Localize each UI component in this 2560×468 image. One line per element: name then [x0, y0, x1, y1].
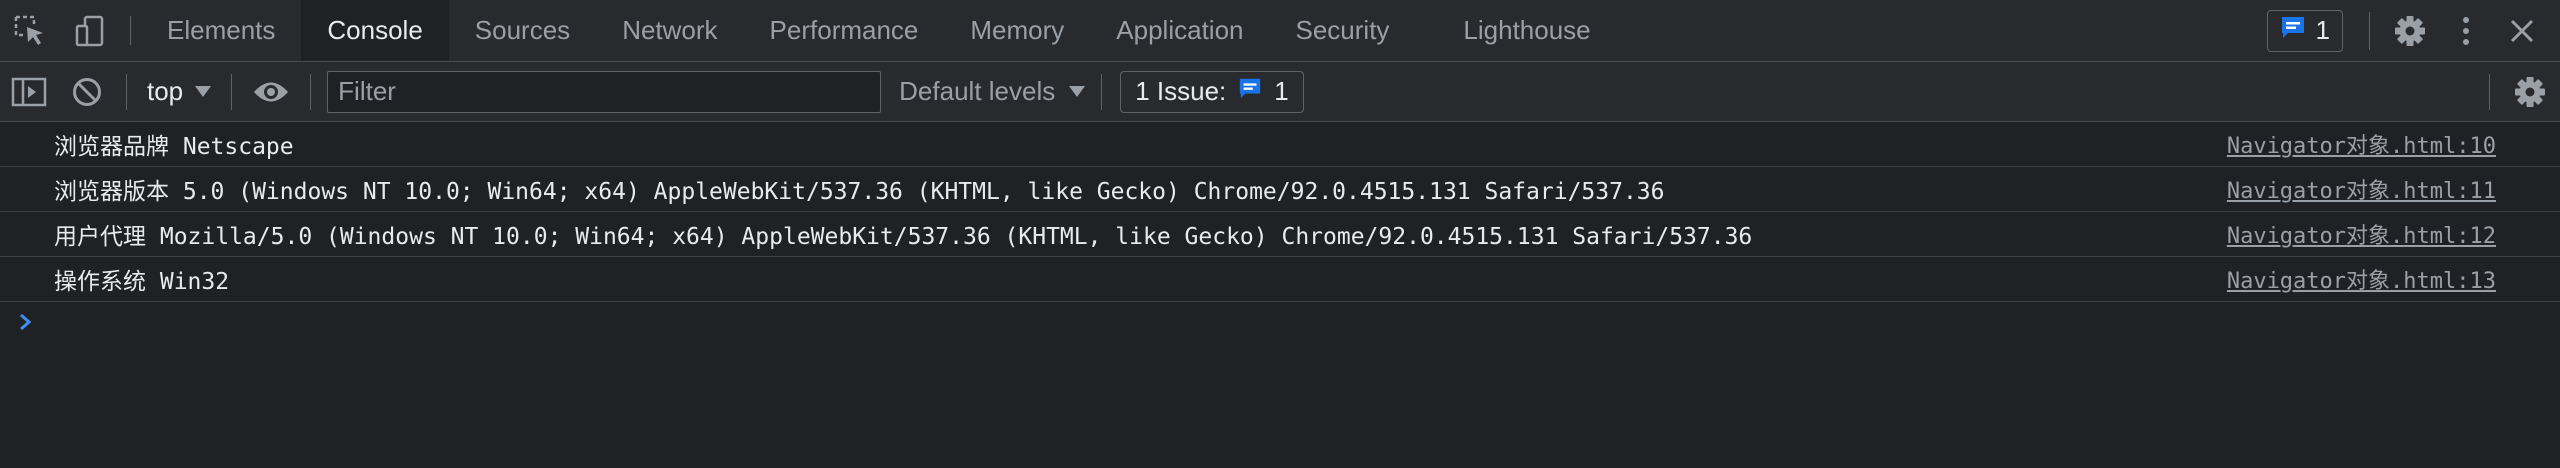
console-message-text: 用户代理 Mozilla/5.0 (Windows NT 10.0; Win64…: [54, 224, 1753, 250]
console-message-source-link[interactable]: Navigator对象.html:10: [2227, 128, 2496, 160]
console-message-source-link[interactable]: Navigator对象.html:11: [2227, 173, 2496, 205]
kebab-menu-icon[interactable]: [2438, 0, 2494, 62]
tab-lighthouse[interactable]: Lighthouse: [1415, 0, 1616, 61]
clear-console-icon[interactable]: [58, 62, 116, 122]
devtools-window: Elements Console Sources Network Perform…: [0, 0, 2560, 468]
tab-application[interactable]: Application: [1090, 0, 1269, 61]
message-icon: [2280, 14, 2306, 47]
context-selector[interactable]: top: [137, 76, 221, 107]
close-icon[interactable]: [2494, 0, 2550, 62]
toolbar-separator: [231, 73, 233, 110]
console-prompt[interactable]: [0, 302, 2560, 346]
devtools-tabbar: Elements Console Sources Network Perform…: [0, 0, 2560, 62]
tab-performance[interactable]: Performance: [744, 0, 945, 61]
console-message: 浏览器品牌 Netscape Navigator对象.html:10: [0, 122, 2560, 167]
tabbar-separator: [130, 16, 131, 45]
tab-memory[interactable]: Memory: [944, 0, 1090, 61]
tab-security[interactable]: Security: [1270, 0, 1416, 61]
log-levels-label: Default levels: [899, 76, 1056, 106]
toolbar-separator: [2489, 73, 2490, 110]
console-message-source-link[interactable]: Navigator对象.html:12: [2227, 218, 2496, 250]
sidebar-toggle-icon[interactable]: [0, 62, 58, 122]
console-message-source-link[interactable]: Navigator对象.html:13: [2227, 263, 2496, 295]
issues-label: 1 Issue:: [1135, 76, 1227, 106]
gear-icon[interactable]: [2500, 62, 2560, 122]
messages-badge-button[interactable]: 1: [2266, 9, 2343, 52]
console-message-text: 浏览器品牌 Netscape: [54, 134, 294, 160]
live-expression-eye-icon[interactable]: [242, 62, 300, 122]
tab-sources[interactable]: Sources: [449, 0, 596, 61]
console-message: 用户代理 Mozilla/5.0 (Windows NT 10.0; Win64…: [0, 212, 2560, 257]
filter-input[interactable]: [327, 70, 882, 113]
chevron-right-icon: [18, 312, 34, 337]
tab-console[interactable]: Console: [301, 0, 449, 61]
issues-button[interactable]: 1 Issue: 1: [1120, 70, 1304, 113]
console-message: 操作系统 Win32 Navigator对象.html:13: [0, 257, 2560, 302]
toolbar-separator: [310, 73, 312, 110]
log-levels-dropdown[interactable]: Default levels: [899, 76, 1091, 107]
console-message-text: 操作系统 Win32: [54, 269, 230, 295]
issues-count: 1: [1274, 76, 1289, 106]
toolbar-separator: [1101, 73, 1103, 110]
toolbar-separator: [126, 73, 127, 110]
chevron-down-icon: [195, 86, 212, 97]
gear-icon[interactable]: [2382, 0, 2438, 62]
console-messages: 浏览器品牌 Netscape Navigator对象.html:10 浏览器版本…: [0, 122, 2560, 346]
inspect-element-icon[interactable]: [0, 0, 60, 61]
tab-elements[interactable]: Elements: [141, 0, 301, 61]
toolbar-right: [2479, 62, 2560, 122]
device-toolbar-icon[interactable]: [60, 0, 120, 61]
tabbar-right-separator: [2369, 11, 2370, 50]
console-message-text: 浏览器版本 5.0 (Windows NT 10.0; Win64; x64) …: [54, 179, 1665, 205]
context-selector-value: top: [147, 76, 184, 106]
tab-network[interactable]: Network: [596, 0, 743, 61]
chevron-down-icon: [1069, 86, 1086, 97]
tabbar-right-actions: 1: [2266, 0, 2560, 62]
console-toolbar: top Default levels 1 Issue:: [0, 62, 2560, 122]
messages-badge-count: 1: [2315, 15, 2330, 45]
message-icon: [1238, 76, 1262, 107]
console-message: 浏览器版本 5.0 (Windows NT 10.0; Win64; x64) …: [0, 167, 2560, 212]
